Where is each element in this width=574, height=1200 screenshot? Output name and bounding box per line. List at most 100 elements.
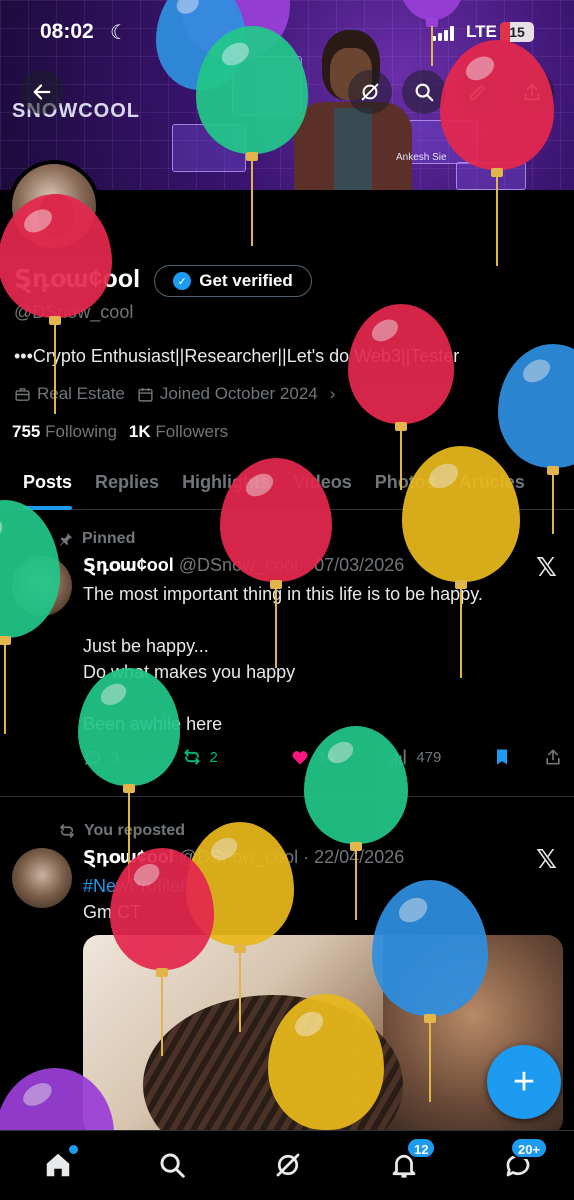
following-label: Following <box>45 422 117 441</box>
briefcase-icon <box>15 387 30 401</box>
nav-grok[interactable] <box>270 1147 306 1183</box>
tab-highlights[interactable]: Highlights <box>182 460 270 509</box>
post-text-line: Gm CT <box>83 902 141 922</box>
search-button[interactable] <box>402 70 446 114</box>
post-actions: 3 2 14 479 <box>83 742 563 772</box>
post-image[interactable] <box>83 935 563 1135</box>
followers-link[interactable]: 1K Followers <box>129 422 228 442</box>
profile-tabs: Posts Replies Highlights Videos Photos A… <box>0 460 574 510</box>
following-count: 755 <box>12 422 41 441</box>
profile-stats: 755 Following 1K Followers <box>12 422 228 442</box>
followers-label: Followers <box>155 422 229 441</box>
profile-category: Real Estate <box>14 384 125 404</box>
reply-button[interactable]: 3 <box>83 747 182 767</box>
nav-messages[interactable]: 20+ <box>500 1137 549 1183</box>
tab-videos[interactable]: Videos <box>293 460 352 509</box>
messages-badge: 20+ <box>510 1137 549 1159</box>
back-arrow-icon <box>33 84 51 100</box>
post-context: You reposted <box>58 822 185 840</box>
post-date: · 22/04/2026 <box>303 847 405 867</box>
repost-button[interactable]: 2 <box>182 747 290 767</box>
home-unread-dot <box>69 1145 78 1154</box>
profile-avatar[interactable] <box>8 160 100 252</box>
reply-count: 3 <box>111 748 120 766</box>
status-time: 08:02 <box>40 20 94 43</box>
post-text-line: Do what makes you happy <box>83 662 296 682</box>
profile-name: Ȿդօա¢ool <box>14 265 141 293</box>
repost-icon <box>183 749 200 765</box>
repost-count: 2 <box>209 748 218 766</box>
post-author-handle[interactable]: @DSnow_cool <box>179 847 298 867</box>
share-icon <box>524 83 540 101</box>
x-logo-icon: 𝕏 <box>536 844 557 874</box>
edit-button[interactable] <box>456 70 500 114</box>
post-author-handle[interactable]: @DSnow_cool <box>179 555 298 575</box>
nav-notifications[interactable]: 12 <box>386 1137 437 1183</box>
calendar-icon <box>138 387 153 402</box>
get-verified-button[interactable]: ✓ Get verified <box>154 265 312 297</box>
post-date: · 07/03/2026 <box>303 555 405 575</box>
back-button[interactable] <box>20 70 64 114</box>
home-icon <box>46 1153 70 1177</box>
post-text: #NewProfilePic Gm CT <box>83 873 205 925</box>
post-author-name[interactable]: Ȿդօա¢ool <box>83 555 174 575</box>
following-link[interactable]: 755 Following <box>12 422 117 442</box>
banner-hologram <box>456 162 526 190</box>
search-icon <box>160 1153 185 1178</box>
banner-hologram-label: Ankesh Sie <box>396 152 447 163</box>
battery-level: 15 <box>509 24 525 40</box>
post-header: Ȿդօա¢ool @DSnow_cool · 07/03/2026 <box>83 555 404 576</box>
post-avatar[interactable] <box>12 848 72 908</box>
bookmark-icon <box>496 749 507 765</box>
views-icon <box>391 749 406 765</box>
nav-home[interactable] <box>40 1145 78 1183</box>
plus-icon: + <box>512 1060 536 1103</box>
battery-icon: 15 <box>500 22 534 42</box>
post-context-label: You reposted <box>84 822 186 839</box>
chevron-right-icon[interactable]: › <box>330 384 336 404</box>
bottom-nav: 12 20+ <box>0 1130 574 1200</box>
grok-button[interactable] <box>348 70 392 114</box>
repost-icon <box>60 824 74 838</box>
pin-icon <box>60 533 72 546</box>
tab-replies[interactable]: Replies <box>95 460 159 509</box>
grok-icon <box>276 1153 300 1177</box>
reply-icon <box>85 750 101 766</box>
share-icon <box>546 749 560 765</box>
tab-articles[interactable]: Articles <box>459 460 525 509</box>
x-logo-icon: 𝕏 <box>536 552 557 582</box>
followers-count: 1K <box>128 422 151 441</box>
post-divider <box>0 796 574 797</box>
search-icon <box>415 83 434 102</box>
tab-posts[interactable]: Posts <box>23 460 73 510</box>
post-text-line: The most important thing in this life is… <box>83 584 483 604</box>
post-image-subject <box>143 995 403 1135</box>
share-post-button[interactable] <box>543 747 563 767</box>
post-header: Ȿդօա¢ool @DSnow_cool · 22/04/2026 <box>83 847 404 868</box>
views-count: 479 <box>416 748 442 766</box>
profile-category-text: Real Estate <box>37 384 125 403</box>
profile-handle: @DSnow_cool <box>14 302 134 322</box>
share-button[interactable] <box>510 70 554 114</box>
compose-post-button[interactable]: + <box>487 1045 561 1119</box>
profile-joined-text: Joined October 2024 <box>159 384 318 403</box>
bookmark-button[interactable] <box>492 747 543 767</box>
like-count: 14 <box>317 748 335 766</box>
post-avatar[interactable] <box>12 556 72 616</box>
post-text-line: Been awhile here <box>83 714 223 734</box>
profile-meta: Real Estate Joined October 2024 › <box>14 384 335 404</box>
post-text-line <box>83 607 483 633</box>
post-text-line: Just be happy... <box>83 636 209 656</box>
tab-photos[interactable]: Photos <box>375 460 436 509</box>
like-button[interactable]: 14 <box>290 747 389 767</box>
views-button[interactable]: 479 <box>388 747 491 767</box>
grok-icon <box>361 83 379 101</box>
post-author-name[interactable]: Ȿդօա¢ool <box>83 847 174 867</box>
get-verified-label: Get verified <box>199 271 293 290</box>
edit-icon <box>469 84 486 101</box>
post-hashtag[interactable]: #NewProfilePic <box>83 873 205 899</box>
signal-icon <box>432 25 462 41</box>
nav-search[interactable] <box>154 1147 190 1183</box>
profile-joined: Joined October 2024 <box>137 384 318 404</box>
post-context-label: Pinned <box>82 530 136 547</box>
